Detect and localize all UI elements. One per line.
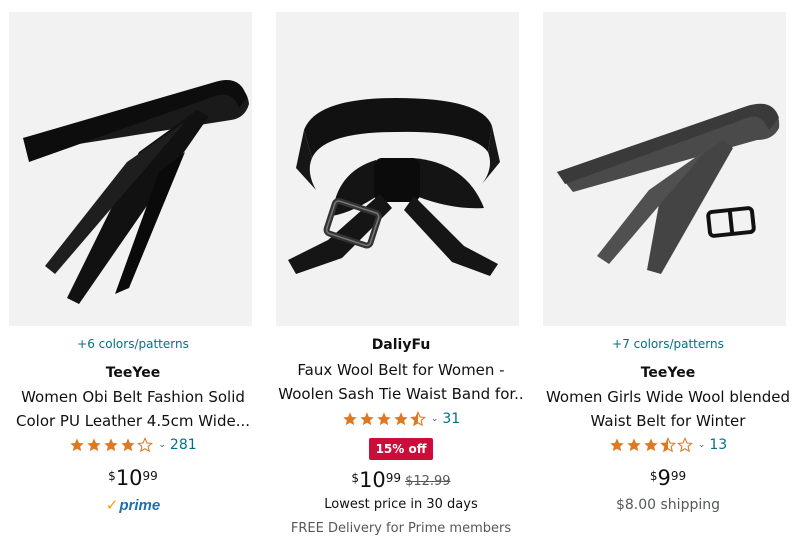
- star-rating[interactable]: [342, 411, 426, 427]
- star-empty-icon: [676, 437, 693, 453]
- price: $ 9 99: [535, 466, 801, 490]
- star-full-icon: [343, 412, 357, 426]
- product-grid: +6 colors/patterns TeeYee Women Obi Belt…: [0, 0, 803, 557]
- star-half-icon: [659, 437, 676, 453]
- delivery-info: FREE Delivery for Prime members: [290, 521, 512, 536]
- star-rating[interactable]: [69, 437, 154, 453]
- brand-name: DaliyFu: [371, 337, 431, 353]
- product-title-line-1[interactable]: Faux Wool Belt for Women -: [268, 358, 534, 382]
- price: $ 10 99: [0, 466, 266, 490]
- product-image[interactable]: [543, 12, 786, 326]
- product-image[interactable]: [9, 12, 252, 326]
- brand-name: TeeYee: [105, 365, 161, 381]
- deal-badge-row: 15% off: [268, 438, 534, 460]
- product-title-line-2[interactable]: Woolen Sash Tie Waist Band for..: [268, 382, 534, 406]
- star-full-icon: [104, 438, 119, 452]
- chevron-down-icon[interactable]: ⌄: [698, 440, 706, 450]
- color-options-link[interactable]: +6 colors/patterns: [0, 337, 266, 351]
- star-full-icon: [394, 412, 408, 426]
- price-fraction: 99: [142, 469, 158, 483]
- list-price: $12.99: [405, 474, 451, 489]
- star-full-icon: [610, 438, 624, 452]
- brand-name: TeeYee: [640, 365, 696, 381]
- belt-image: [276, 12, 519, 326]
- star-full-icon: [644, 438, 658, 452]
- product-title-line-2[interactable]: Color PU Leather 4.5cm Wide...: [0, 409, 266, 433]
- price-fraction: 99: [385, 471, 402, 485]
- price-symbol: $: [108, 469, 116, 483]
- review-count[interactable]: 13: [709, 437, 727, 453]
- discount-badge: 15% off: [368, 438, 434, 460]
- product-image[interactable]: [276, 12, 519, 326]
- price: $ 10 99 $12.99: [268, 468, 534, 492]
- lowest-price-note: Lowest price in 30 days: [324, 497, 478, 512]
- rating-row[interactable]: ⌄ 31: [268, 411, 534, 427]
- chevron-down-icon[interactable]: ⌄: [431, 414, 439, 424]
- star-full-icon: [87, 438, 102, 452]
- prime-label: prime: [119, 496, 161, 514]
- price-symbol: $: [351, 471, 360, 485]
- star-rating[interactable]: [609, 437, 693, 453]
- star-full-icon: [627, 438, 641, 452]
- price-symbol: $: [649, 469, 658, 483]
- belt-image: [543, 12, 786, 326]
- review-count[interactable]: 31: [442, 411, 460, 427]
- star-full-icon: [121, 438, 136, 452]
- rating-row[interactable]: ⌄ 13: [535, 437, 801, 453]
- price-whole: 9: [657, 466, 671, 490]
- price-whole: 10: [359, 468, 386, 492]
- prime-check-icon: ✓: [105, 496, 119, 514]
- belt-image: [9, 12, 252, 326]
- chevron-down-icon[interactable]: ⌄: [158, 440, 166, 450]
- star-full-icon: [360, 412, 374, 426]
- prime-badge: ✓ prime: [0, 496, 266, 514]
- color-options-link[interactable]: +7 colors/patterns: [535, 337, 801, 351]
- product-card[interactable]: +6 colors/patterns TeeYee Women Obi Belt…: [0, 0, 266, 557]
- star-half-icon: [409, 411, 426, 427]
- price-whole: 10: [115, 466, 143, 490]
- product-title-line-1[interactable]: Women Girls Wide Wool blended: [535, 385, 801, 409]
- star-empty-icon: [137, 437, 154, 453]
- product-title-line-1[interactable]: Women Obi Belt Fashion Solid: [0, 385, 266, 409]
- price-fraction: 99: [670, 469, 687, 483]
- product-card[interactable]: DaliyFu Faux Wool Belt for Women - Woole…: [268, 0, 534, 557]
- review-count[interactable]: 281: [170, 437, 197, 453]
- star-full-icon: [377, 412, 391, 426]
- shipping-cost: $8.00 shipping: [615, 497, 720, 513]
- star-full-icon: [70, 438, 85, 452]
- rating-row[interactable]: ⌄ 281: [0, 437, 266, 453]
- product-title-line-2[interactable]: Waist Belt for Winter: [535, 409, 801, 433]
- product-card[interactable]: +7 colors/patterns TeeYee Women Girls Wi…: [535, 0, 801, 557]
